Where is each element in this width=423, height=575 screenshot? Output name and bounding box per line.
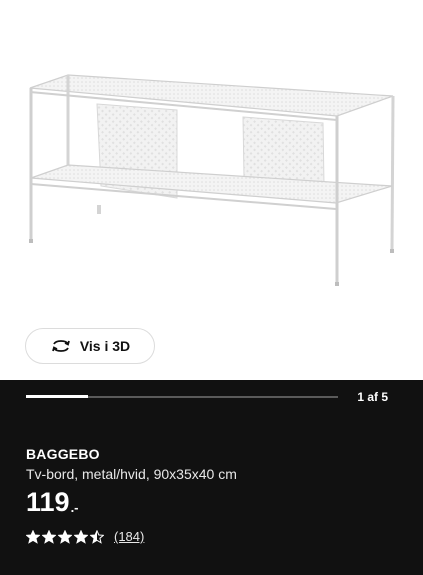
price-value: 119 [26,487,70,517]
product-image[interactable] [0,0,423,320]
product-rating[interactable]: (184) [26,529,144,544]
rotate-3d-icon [51,340,70,352]
star-full-icon [74,529,88,544]
product-info-panel: 1 af 5 BAGGEBO Tv-bord, metal/hvid, 90x3… [0,380,423,575]
carousel-progress-fill [26,395,89,398]
view-3d-label: Vis i 3D [79,338,131,354]
carousel-counter: 1 af 5 [357,390,388,404]
star-full-icon [42,529,56,544]
product-image-area: Vis i 3D [0,0,423,380]
star-full-icon [26,529,40,544]
product-price: 119 .- [26,486,79,518]
star-half-icon [90,529,104,544]
view-3d-button[interactable]: Vis i 3D [25,328,155,364]
carousel-progress-track [26,395,338,398]
star-full-icon [58,529,72,544]
product-description: Tv-bord, metal/hvid, 90x35x40 cm [26,466,237,482]
review-count-link[interactable]: (184) [114,529,144,544]
price-suffix: .- [70,500,79,515]
product-name[interactable]: BAGGEBO [26,446,100,462]
